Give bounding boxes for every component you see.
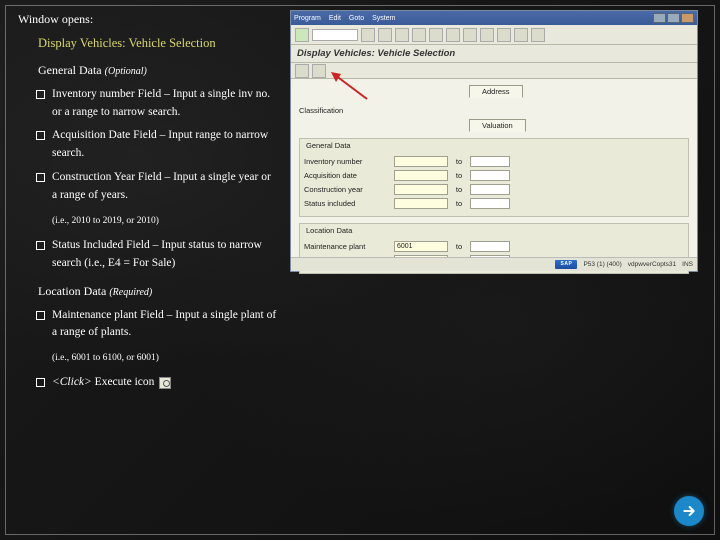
print-icon[interactable] <box>429 28 443 42</box>
tab-address[interactable]: Address <box>469 85 523 98</box>
next-slide-button[interactable] <box>674 496 704 526</box>
menu-program[interactable]: Program <box>294 15 321 22</box>
next-page-icon[interactable] <box>514 28 528 42</box>
maint-value: 6001 <box>395 242 447 252</box>
red-arrow-annotation <box>329 71 369 101</box>
to-2: to <box>452 171 466 180</box>
sap-menu-bar: Program Edit Goto System <box>294 15 395 22</box>
input-maint-from[interactable]: 6001 <box>394 241 448 252</box>
row-maintenance-plant: Maintenance plant 6001 to <box>304 240 684 253</box>
status-connection: P53 (1) (400) <box>583 261 621 268</box>
lbl-inventory: Inventory number <box>304 157 390 166</box>
enter-icon[interactable] <box>295 28 309 42</box>
first-page-icon[interactable] <box>480 28 494 42</box>
sap-page-title: Display Vehicles: Vehicle Selection <box>291 45 697 63</box>
click-emphasis: <Click> <box>52 376 92 388</box>
section-general-qualifier: (Optional) <box>105 66 147 77</box>
find-next-icon[interactable] <box>463 28 477 42</box>
lbl-acquisition: Acquisition date <box>304 171 390 180</box>
bullet-acquisition: Acquisition Date Field – Input range to … <box>18 124 278 166</box>
command-field[interactable] <box>312 29 358 41</box>
window-controls <box>653 13 694 23</box>
to-5: to <box>452 242 466 251</box>
sap-body: Address Classification Valuation General… <box>291 79 697 284</box>
find-icon[interactable] <box>446 28 460 42</box>
lbl-status: Status included <box>304 199 390 208</box>
sap-logo-icon: SAP <box>555 260 577 269</box>
menu-system[interactable]: System <box>372 15 395 22</box>
sap-titlebar: Program Edit Goto System <box>291 11 697 25</box>
to-1: to <box>452 157 466 166</box>
bullet-inventory: Inventory number Field – Input a single … <box>18 83 278 125</box>
note-construction-year: (i.e., 2010 to 2019, or 2010) <box>52 214 278 228</box>
classification-label: Classification <box>299 106 385 115</box>
sap-toolbar <box>291 25 697 45</box>
section-general-label: General Data <box>38 63 102 77</box>
section-general-data: General Data (Optional) <box>38 61 278 79</box>
classification-row: Classification <box>299 104 689 117</box>
intro-text: Window opens: <box>18 10 278 28</box>
slide-root: Window opens: Display Vehicles: Vehicle … <box>0 0 720 540</box>
input-status-from[interactable] <box>394 198 448 209</box>
prev-page-icon[interactable] <box>497 28 511 42</box>
status-mode: INS <box>682 261 693 268</box>
execute-bullet: <Click> Execute icon <box>18 371 278 395</box>
input-acquisition-from[interactable] <box>394 170 448 181</box>
menu-goto[interactable]: Goto <box>349 15 364 22</box>
input-inventory-from[interactable] <box>394 156 448 167</box>
sap-window: Program Edit Goto System <box>290 10 698 272</box>
bullet-status: Status Included Field – Input status to … <box>18 234 278 276</box>
note-maintenance-plant: (i.e., 6001 to 6100, or 6001) <box>52 351 278 365</box>
bullet-construction-year: Construction Year Field – Input a single… <box>18 166 278 208</box>
input-maint-to[interactable] <box>470 241 510 252</box>
variant-icon[interactable] <box>312 64 326 78</box>
input-cy-to[interactable] <box>470 184 510 195</box>
input-cy-from[interactable] <box>394 184 448 195</box>
bullet-execute: <Click> Execute icon <box>18 371 278 395</box>
last-page-icon[interactable] <box>531 28 545 42</box>
window-title: Display Vehicles: Vehicle Selection <box>38 34 278 53</box>
input-inventory-to[interactable] <box>470 156 510 167</box>
bullet-maintenance-plant: Maintenance plant Field – Input a single… <box>18 304 278 346</box>
section-location-data: Location Data (Required) <box>38 282 278 300</box>
row-inventory: Inventory number to <box>304 155 684 168</box>
group-location-title: Location Data <box>304 226 354 235</box>
status-host: vdpwverCopts31 <box>628 261 676 268</box>
row-status: Status included to <box>304 197 684 210</box>
tab-valuation[interactable]: Valuation <box>469 119 526 132</box>
row-acquisition: Acquisition date to <box>304 169 684 182</box>
to-3: to <box>452 185 466 194</box>
back-icon[interactable] <box>378 28 392 42</box>
section-location-label: Location Data <box>38 284 106 298</box>
minimize-button[interactable] <box>653 13 666 23</box>
lbl-construction-year: Construction year <box>304 185 390 194</box>
exit-icon[interactable] <box>395 28 409 42</box>
instruction-column: Window opens: Display Vehicles: Vehicle … <box>18 10 278 401</box>
execute-icon <box>159 377 171 389</box>
tab-row-1: Address <box>469 85 689 98</box>
menu-edit[interactable]: Edit <box>329 15 341 22</box>
close-button[interactable] <box>681 13 694 23</box>
execute-text: Execute icon <box>92 376 157 388</box>
group-general-title: General Data <box>304 141 353 150</box>
arrow-right-icon <box>681 503 697 519</box>
section-location-qualifier: (Required) <box>109 287 152 298</box>
input-status-to[interactable] <box>470 198 510 209</box>
save-icon[interactable] <box>361 28 375 42</box>
tab-row-2: Valuation <box>469 119 689 132</box>
execute-icon[interactable] <box>295 64 309 78</box>
maximize-button[interactable] <box>667 13 680 23</box>
cancel-icon[interactable] <box>412 28 426 42</box>
input-acquisition-to[interactable] <box>470 170 510 181</box>
group-general-data: General Data Inventory number to Acquisi… <box>299 138 689 217</box>
general-bullets-2: Status Included Field – Input status to … <box>18 234 278 276</box>
to-4: to <box>452 199 466 208</box>
lbl-maintenance-plant: Maintenance plant <box>304 242 390 251</box>
general-bullets: Inventory number Field – Input a single … <box>18 83 278 208</box>
row-construction-year: Construction year to <box>304 183 684 196</box>
sap-status-bar: SAP P53 (1) (400) vdpwverCopts31 INS <box>291 257 697 271</box>
location-bullets: Maintenance plant Field – Input a single… <box>18 304 278 346</box>
